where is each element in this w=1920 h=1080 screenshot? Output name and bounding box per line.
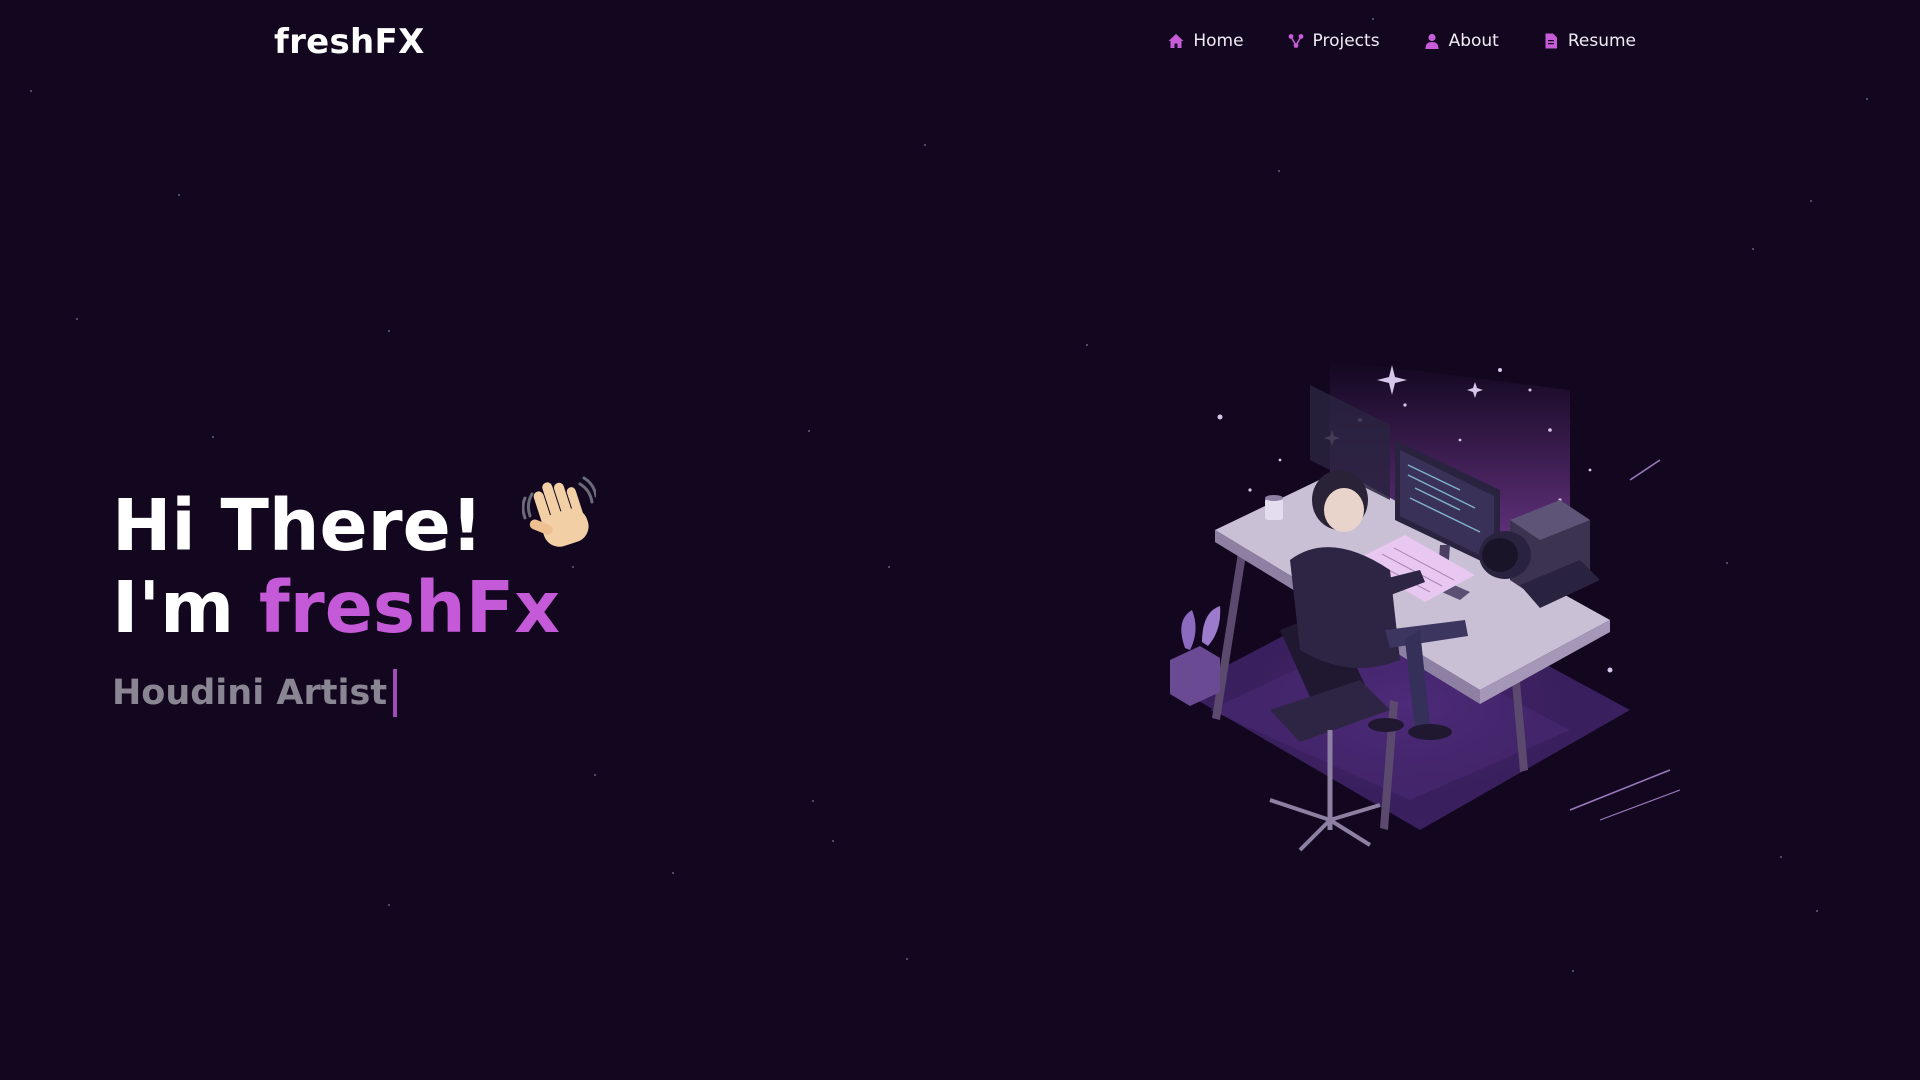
hero-intro-line: I'm freshFx bbox=[112, 565, 596, 649]
nav-item-home[interactable]: Home bbox=[1168, 31, 1244, 51]
nav-item-label: Home bbox=[1193, 31, 1244, 51]
hero-name: freshFx bbox=[258, 565, 561, 649]
hero-role-typewriter: Houdini Artist bbox=[112, 668, 596, 717]
document-icon bbox=[1545, 33, 1557, 49]
hero-section: Hi There! I'm freshFx Houdini Artist bbox=[112, 476, 598, 717]
navbar: freshFX Home Projects About Resume bbox=[0, 0, 1920, 88]
hero-illustration bbox=[1130, 330, 1690, 870]
typing-caret bbox=[393, 668, 398, 717]
user-icon bbox=[1425, 33, 1439, 49]
nav-item-resume[interactable]: Resume bbox=[1543, 31, 1636, 51]
waving-hand-icon bbox=[521, 476, 598, 569]
main-nav: Home Projects About Resume bbox=[1168, 31, 1636, 51]
hero-greeting: Hi There! bbox=[112, 484, 484, 567]
hero-role: Houdini Artist bbox=[112, 672, 388, 713]
artist-at-desk-illustration bbox=[1170, 360, 1681, 852]
projects-icon bbox=[1288, 34, 1303, 48]
hero-greeting-line: Hi There! bbox=[112, 476, 598, 569]
site-logo[interactable]: freshFX bbox=[274, 22, 425, 62]
nav-item-label: Projects bbox=[1312, 31, 1380, 51]
nav-item-about[interactable]: About bbox=[1424, 31, 1499, 51]
nav-item-label: About bbox=[1448, 31, 1499, 51]
nav-item-label: Resume bbox=[1567, 31, 1636, 51]
home-icon bbox=[1168, 34, 1184, 48]
hero-intro-prefix: I'm bbox=[112, 565, 235, 649]
nav-item-projects[interactable]: Projects bbox=[1288, 31, 1380, 51]
